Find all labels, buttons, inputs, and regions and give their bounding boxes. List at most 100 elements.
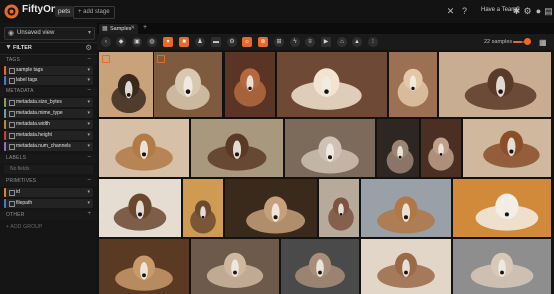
sidebar: ◉ Unsaved view ▾ ▼ FILTER ⚙ TAGS – sampl… [0,23,97,294]
field-id[interactable]: id ▾ [4,188,93,197]
field-metadata-mime-type[interactable]: metadata.mime_type ▾ [4,109,93,118]
chevron-down-icon[interactable]: ▾ [87,99,90,105]
checkbox[interactable] [9,78,15,84]
section-tags[interactable]: TAGS – [0,56,97,65]
checkbox[interactable] [9,201,15,207]
fiftyone-logo-icon[interactable] [4,4,19,19]
section-primitives[interactable]: PRIMITIVES – [0,177,97,186]
field-metadata-size-bytes[interactable]: metadata.size_bytes ▾ [4,98,93,107]
settings-icon[interactable]: ⚙ [522,6,533,17]
lightning-icon[interactable]: ϟ [290,37,300,47]
person-icon[interactable]: ♟ [195,37,205,47]
sample-thumbnail[interactable] [463,119,551,177]
sample-thumbnail[interactable] [183,179,223,237]
sample-thumbnail[interactable] [277,52,387,117]
checkbox[interactable] [9,190,15,196]
close-icon[interactable]: ✕ [130,25,135,31]
select-checkbox[interactable] [157,55,165,63]
checkbox[interactable] [9,100,15,106]
browse-icon[interactable]: ⊞ [274,37,284,47]
section-labels[interactable]: LABELS – [0,154,97,163]
sample-thumbnail[interactable] [453,239,551,294]
sample-thumbnail[interactable] [389,52,437,117]
settings-icon[interactable]: ⚙ [227,37,237,47]
plus-icon[interactable]: + [87,211,91,217]
chevron-up-icon[interactable]: – [88,87,91,93]
sample-thumbnail[interactable] [281,239,359,294]
field-label-tags[interactable]: label tags ▾ [4,76,93,85]
share-icon[interactable]: ⌂ [337,37,347,47]
bookmark-icon[interactable]: ▬ [211,37,221,47]
sample-thumbnail[interactable] [154,52,222,117]
select-icon[interactable]: ■ [179,37,189,47]
grid-view-icon[interactable]: ▦ [539,38,547,47]
field-metadata-num-channels[interactable]: metadata.num_channels ▾ [4,142,93,151]
add-panel-icon[interactable]: + [143,24,147,31]
tab-samples[interactable]: ▦ Samples ✕ [99,24,138,34]
chevron-down-icon[interactable]: ▾ [87,110,90,116]
mesh-icon[interactable]: ▲ [352,37,362,47]
checkbox[interactable] [9,122,15,128]
chevron-down-icon[interactable]: ▾ [87,121,90,127]
docs-icon[interactable]: ▤ [543,6,554,17]
field-metadata-width[interactable]: metadata.width ▾ [4,120,93,129]
back-icon[interactable]: ‹ [101,37,111,47]
field-filepath[interactable]: filepath ▾ [4,199,93,208]
chevron-down-icon[interactable]: ▾ [87,67,90,73]
sample-thumbnail[interactable] [99,179,181,237]
chevron-down-icon[interactable]: ▾ [87,143,90,149]
options-icon[interactable]: ⁝ [368,37,378,47]
chevron-down-icon[interactable]: ▾ [87,189,90,195]
filter-label: FILTER [13,45,32,51]
sample-thumbnail[interactable] [285,119,375,177]
sample-thumbnail[interactable] [453,179,551,237]
chevron-down-icon[interactable]: ▾ [87,77,90,83]
add-group-button[interactable]: + ADD GROUP [0,223,97,232]
brain-icon[interactable]: ☼ [242,37,252,47]
patches-icon[interactable]: ▣ [132,37,142,47]
chevron-down-icon[interactable]: ▾ [87,200,90,206]
team-icon[interactable]: ✱ [511,6,522,17]
zoom-slider-handle[interactable] [524,38,531,45]
video-icon[interactable]: ▶ [321,37,331,47]
panel-tabs: ▦ Samples ✕ + [97,23,554,34]
chevron-down-icon[interactable]: ▾ [87,132,90,138]
field-metadata-height[interactable]: metadata.height ▾ [4,131,93,140]
checkbox[interactable] [9,111,15,117]
similarity-icon[interactable]: ◍ [147,37,157,47]
checkbox[interactable] [9,133,15,139]
sample-thumbnail[interactable] [191,239,279,294]
saved-view-selector[interactable]: ◉ Unsaved view ▾ [4,27,95,40]
close-icon[interactable]: ✕ [445,6,456,17]
sample-thumbnail[interactable] [99,119,189,177]
sample-thumbnail[interactable] [361,239,451,294]
sample-thumbnail[interactable] [99,239,189,294]
select-checkbox[interactable] [102,55,110,63]
section-metadata[interactable]: METADATA – [0,87,97,96]
field-label: metadata.width [16,121,50,127]
field-sample-tags[interactable]: sample tags ▾ [4,66,93,75]
sample-thumbnail[interactable] [421,119,461,177]
add-stage-button[interactable]: + add stage [73,6,115,19]
sample-thumbnail[interactable] [225,52,275,117]
checkbox[interactable] [9,144,15,150]
sample-thumbnail[interactable] [377,119,419,177]
sample-thumbnail[interactable] [99,52,153,117]
chevron-up-icon[interactable]: – [88,56,91,62]
sample-thumbnail[interactable] [225,179,317,237]
gear-icon[interactable]: ⚙ [85,43,92,52]
code-icon[interactable]: ≡ [305,37,315,47]
sort-icon[interactable]: ▾ [163,37,173,47]
sample-thumbnail[interactable] [361,179,451,237]
help-icon[interactable]: ? [459,6,470,17]
dataset-selector[interactable]: pets [55,6,74,17]
sample-thumbnail[interactable] [191,119,283,177]
sample-thumbnail[interactable] [319,179,359,237]
sample-thumbnail[interactable] [439,52,551,117]
chevron-up-icon[interactable]: – [88,154,91,160]
section-other[interactable]: OTHER + [0,211,97,220]
tag-icon[interactable]: ◆ [116,37,126,47]
embeddings-icon[interactable]: ⊚ [258,37,268,47]
chevron-up-icon[interactable]: – [88,177,91,183]
checkbox[interactable] [9,68,15,74]
